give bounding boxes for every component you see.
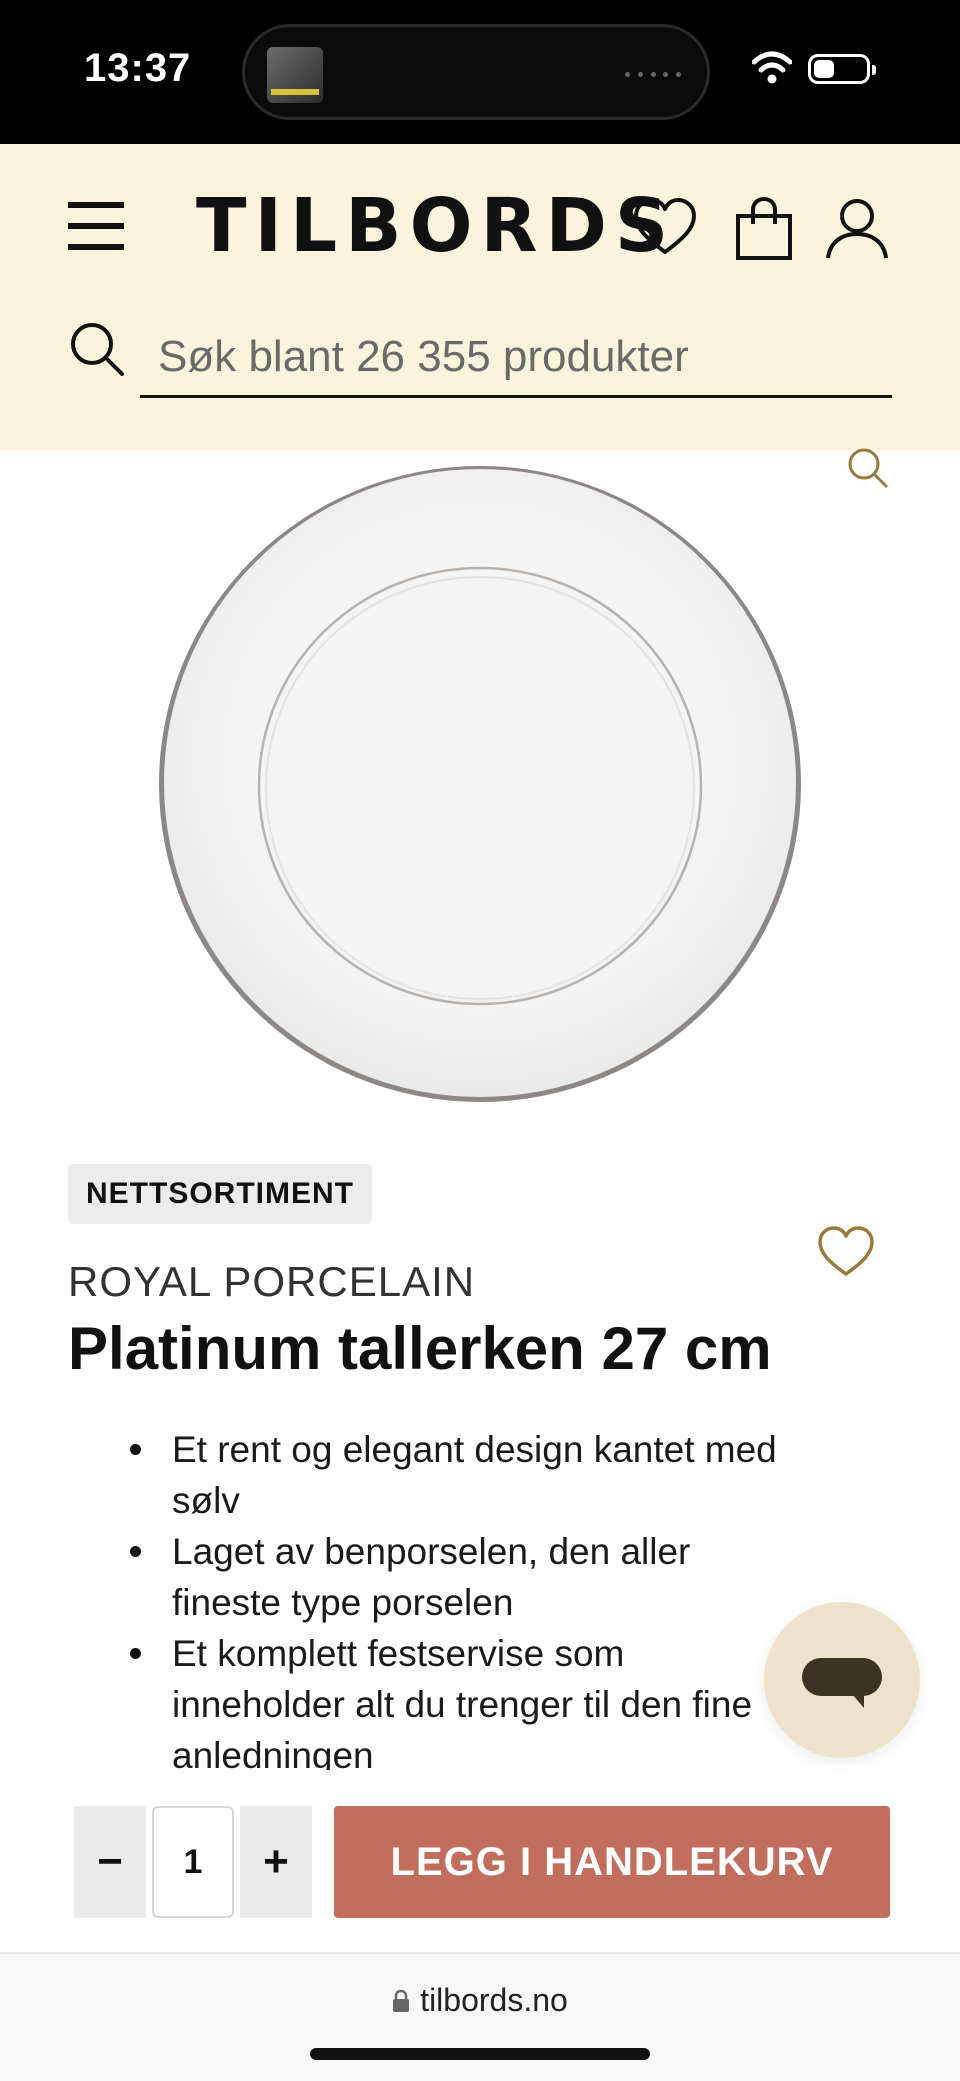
heart-icon[interactable] [632, 196, 698, 258]
url-text: tilbords.no [420, 1982, 568, 2018]
list-item: Et komplett festservise som inneholder a… [124, 1628, 788, 1770]
zoom-icon[interactable] [846, 446, 890, 490]
quantity-decrease-button[interactable]: − [74, 1806, 146, 1918]
product-title: Platinum tallerken 27 cm [68, 1315, 772, 1382]
product-image-plate [159, 466, 801, 1102]
dynamic-island[interactable] [242, 24, 710, 120]
menu-icon[interactable] [68, 202, 124, 250]
product-brand[interactable]: ROYAL PORCELAIN [68, 1258, 475, 1306]
battery-icon [808, 54, 876, 84]
list-item: Laget av benporselen, den aller fineste … [124, 1526, 788, 1628]
search-input[interactable] [140, 318, 892, 398]
shopping-bag-icon[interactable] [734, 196, 794, 262]
lock-icon [393, 1989, 410, 2012]
wifi-icon [752, 51, 792, 84]
search-icon[interactable] [68, 320, 126, 378]
url-display[interactable]: tilbords.no [0, 1982, 960, 2019]
now-playing-thumbnail [267, 47, 323, 103]
status-time: 13:37 [84, 46, 192, 90]
quantity-input[interactable] [152, 1806, 234, 1918]
browser-address-bar[interactable]: tilbords.no [0, 1954, 960, 2081]
feature-list: Et rent og elegant design kantet med søl… [124, 1424, 788, 1770]
heart-icon[interactable] [816, 1224, 876, 1280]
quantity-increase-button[interactable]: + [240, 1806, 312, 1918]
status-badge: NETTSORTIMENT [68, 1164, 372, 1224]
add-to-cart-button[interactable]: LEGG I HANDLEKURV [334, 1806, 890, 1918]
list-item: Et rent og elegant design kantet med søl… [124, 1424, 788, 1526]
chat-button[interactable] [764, 1602, 920, 1758]
user-icon[interactable] [824, 196, 890, 262]
audio-indicator-icon [625, 69, 681, 79]
home-indicator[interactable] [310, 2048, 650, 2060]
chat-icon [802, 1658, 882, 1708]
status-bar: 13:37 [0, 0, 960, 144]
site-logo[interactable]: TILBORDS [196, 186, 676, 266]
